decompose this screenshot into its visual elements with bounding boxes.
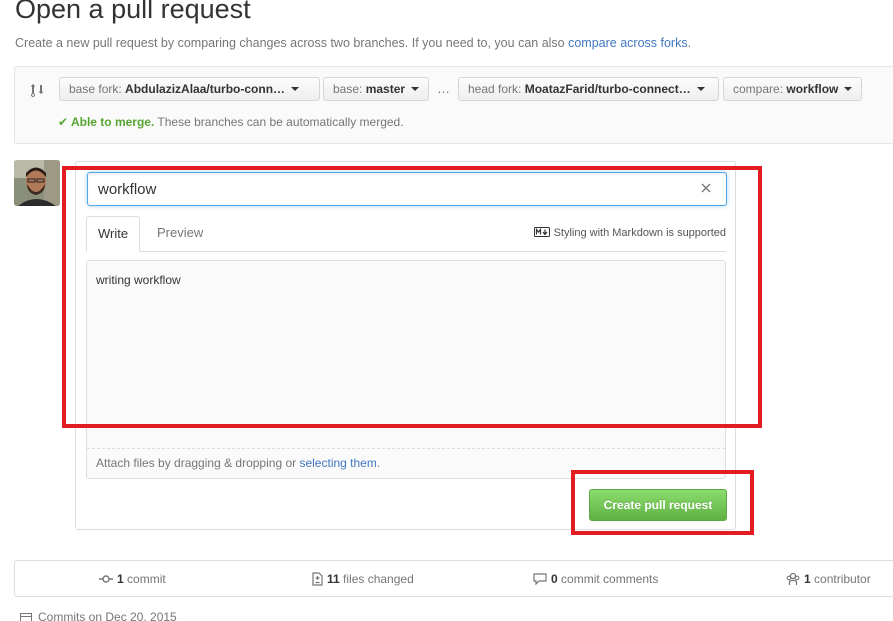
compare-label: compare: (733, 82, 784, 96)
commits-summary[interactable]: 1 commit (99, 572, 166, 586)
merge-text: These branches can be automatically merg… (157, 115, 404, 129)
markdown-icon (533, 227, 550, 238)
chevron-down-icon (291, 86, 300, 91)
numbers-summary: 1 commit 11 files changed 0 commit comme… (14, 560, 893, 597)
base-branch-select[interactable]: base: master (323, 77, 429, 101)
attach-end: . (376, 456, 381, 470)
range-editor: base fork: AbdulazizAlaa/turbo-conn… bas… (14, 66, 893, 144)
comments-count: 0 (551, 572, 558, 586)
calendar-icon (20, 612, 32, 621)
files-changed-summary[interactable]: 11 files changed (312, 572, 414, 587)
base-fork-select[interactable]: base fork: AbdulazizAlaa/turbo-conn… (59, 77, 320, 101)
subtitle-end: . (687, 36, 692, 50)
chevron-down-icon (411, 86, 420, 91)
commit-comments-summary[interactable]: 0 commit comments (533, 572, 658, 586)
base-fork-value: AbdulazizAlaa/turbo-conn… (125, 82, 286, 96)
files-label: files changed (343, 572, 414, 586)
commits-count: 1 (117, 572, 124, 586)
organization-icon (786, 572, 800, 585)
clear-icon[interactable] (700, 182, 712, 194)
head-fork-label: head fork: (468, 82, 522, 96)
pr-title-input[interactable] (87, 172, 727, 206)
markdown-note-text: Styling with Markdown is supported (553, 227, 726, 239)
git-compare-icon (30, 84, 44, 97)
contributors-summary[interactable]: 1 contributor (786, 572, 871, 587)
base-value: master (365, 82, 406, 96)
attach-text: Attach files by dragging & dropping or (96, 456, 297, 470)
attach-files-hint: Attach files by dragging & dropping or s… (96, 456, 380, 470)
pull-request-form: Write Preview Styling with Markdown is s… (75, 161, 736, 530)
comment-body-text[interactable]: writing workflow (87, 261, 725, 449)
compare-value: workflow (786, 82, 839, 96)
avatar[interactable] (14, 160, 60, 206)
chevron-down-icon (844, 86, 853, 91)
commits-label: commit (127, 572, 166, 586)
create-pull-request-button[interactable]: Create pull request (589, 489, 727, 521)
files-count: 11 (327, 572, 340, 586)
range-ellipsis: … (437, 81, 450, 96)
contributors-count: 1 (804, 572, 811, 586)
compare-branch-select[interactable]: compare: workflow (723, 77, 862, 101)
comments-label: commit comments (561, 572, 659, 586)
commits-date-heading: Commits on Dec 20, 2015 (20, 610, 177, 621)
page-title: Open a pull request (15, 0, 251, 24)
compare-across-forks-link[interactable]: compare across forks (568, 36, 687, 50)
base-label: base: (333, 82, 363, 96)
base-fork-label: base fork: (69, 82, 122, 96)
tab-preview[interactable]: Preview (146, 216, 214, 251)
tab-write[interactable]: Write (86, 216, 141, 252)
comment-icon (533, 573, 547, 586)
commits-date-text: Commits on Dec 20, 2015 (38, 610, 177, 621)
editor-tabs: Write Preview Styling with Markdown is s… (86, 216, 726, 252)
head-fork-value: MoatazFarid/turbo-connect… (524, 82, 691, 96)
subtitle-text: Create a new pull request by comparing c… (15, 36, 565, 50)
chevron-down-icon (696, 86, 705, 91)
markdown-note[interactable]: Styling with Markdown is supported (533, 227, 726, 239)
contributors-label: contributor (814, 572, 871, 586)
page-subtitle: Create a new pull request by comparing c… (15, 36, 691, 50)
diff-icon (312, 572, 323, 586)
select-files-link[interactable]: selecting them (299, 456, 376, 470)
commit-icon (99, 575, 113, 583)
merge-ok: ✔ Able to merge. (58, 115, 155, 129)
merge-status: ✔ Able to merge. These branches can be a… (58, 115, 404, 129)
head-fork-select[interactable]: head fork: MoatazFarid/turbo-connect… (458, 77, 719, 101)
comment-body-field[interactable]: writing workflow Attach files by draggin… (86, 260, 726, 479)
